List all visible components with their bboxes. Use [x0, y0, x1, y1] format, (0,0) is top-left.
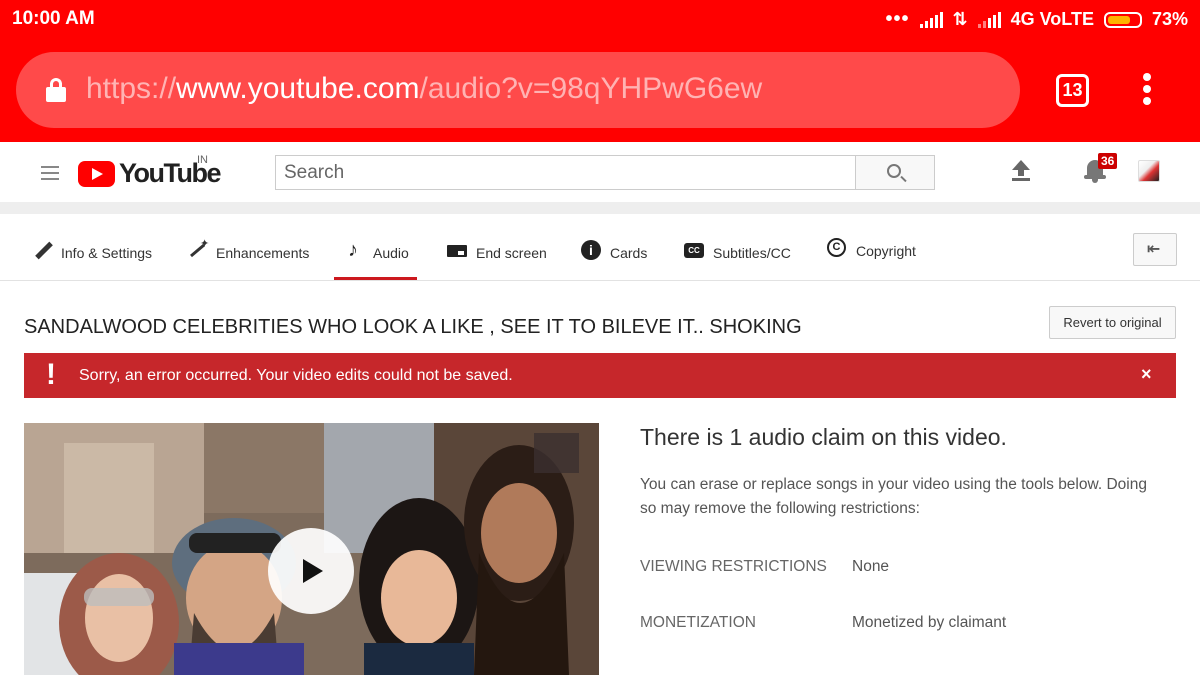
lock-icon[interactable]	[46, 78, 66, 102]
youtube-header: YouTube IN 36	[0, 142, 1200, 202]
search-input[interactable]	[276, 156, 855, 189]
overflow-menu-icon[interactable]	[1141, 73, 1153, 109]
tab-subtitles-cc[interactable]: CC Subtitles/CC	[684, 240, 791, 280]
status-indicators: ••• ⇅ 4G VoLTE 73%	[886, 8, 1188, 31]
tab-label: Cards	[610, 245, 648, 261]
tab-info-settings[interactable]: Info & Settings	[32, 240, 152, 280]
tab-label: Copyright	[856, 243, 916, 259]
video-player[interactable]	[24, 423, 599, 675]
search-box[interactable]	[275, 155, 856, 190]
data-transfer-icon: ⇅	[952, 9, 968, 29]
url-path: /audio?v=98qYHPwG6ew	[419, 72, 763, 105]
region-code: IN	[197, 154, 208, 166]
url-host: www.youtube.com	[176, 72, 420, 105]
status-bar: 10:00 AM ••• ⇅ 4G VoLTE 73%	[0, 0, 1200, 40]
tab-label: End screen	[476, 245, 547, 261]
search-button[interactable]	[855, 155, 935, 190]
network-type: 4G VoLTE	[1010, 9, 1094, 29]
video-title: SANDALWOOD CELEBRITIES WHO LOOK A LIKE ,…	[24, 316, 802, 338]
youtube-play-logo-icon	[78, 160, 115, 187]
music-note-icon: ♪	[348, 239, 358, 261]
tab-audio[interactable]: ♪ Audio	[334, 240, 417, 280]
monetization-value: Monetized by claimant	[852, 614, 1007, 631]
magic-wand-icon: ✦	[187, 238, 209, 260]
url-text[interactable]: https://www.youtube.com/audio?v=98qYHPwG…	[86, 72, 762, 106]
battery-icon	[1103, 11, 1142, 28]
address-bar[interactable]: https://www.youtube.com/audio?v=98qYHPwG…	[16, 52, 1020, 128]
url-scheme: https://	[86, 72, 177, 105]
error-message: Sorry, an error occurred. Your video edi…	[79, 367, 513, 384]
monetization-label: MONETIZATION	[640, 614, 756, 631]
info-icon: i	[581, 240, 601, 260]
battery-percent: 73%	[1151, 9, 1188, 29]
audio-claim-description: You can erase or replace songs in your v…	[640, 476, 1147, 517]
tab-switcher-icon[interactable]: 13	[1056, 74, 1089, 107]
tab-cards[interactable]: i Cards	[581, 240, 647, 280]
tab-enhancements[interactable]: ✦ Enhancements	[187, 238, 310, 280]
upload-icon[interactable]	[1012, 160, 1030, 182]
editor-tabs: Info & Settings ✦ Enhancements ♪ Audio E…	[0, 214, 1200, 281]
viewing-restrictions-label: VIEWING RESTRICTIONS	[640, 558, 827, 575]
tab-copyright[interactable]: C Copyright	[827, 238, 916, 278]
cc-icon: CC	[684, 240, 704, 260]
notification-count-badge: 36	[1098, 153, 1118, 169]
close-icon[interactable]: ×	[1141, 365, 1152, 383]
back-arrow-icon: ⇤	[1147, 241, 1161, 258]
tab-label: Info & Settings	[61, 245, 153, 261]
tab-end-screen[interactable]: End screen	[447, 240, 547, 280]
alert-icon: !	[46, 358, 56, 391]
viewing-restrictions-value: None	[852, 558, 890, 575]
status-time: 10:00 AM	[12, 8, 95, 29]
back-button[interactable]: ⇤	[1133, 233, 1177, 266]
play-button[interactable]	[268, 528, 354, 614]
signal-icon	[919, 11, 943, 28]
audio-claim-heading: There is 1 audio claim on this video.	[640, 424, 1007, 450]
more-notifications-icon: •••	[885, 8, 910, 30]
signal-icon-2	[977, 11, 1001, 28]
tab-label: Subtitles/CC	[713, 245, 791, 261]
avatar[interactable]	[1138, 160, 1160, 182]
browser-toolbar: https://www.youtube.com/audio?v=98qYHPwG…	[0, 40, 1200, 142]
menu-icon[interactable]	[41, 166, 59, 184]
revert-to-original-button[interactable]: Revert to original	[1049, 306, 1176, 339]
tab-label: Enhancements	[216, 245, 310, 261]
pencil-icon	[32, 240, 53, 260]
error-banner: ! Sorry, an error occurred. Your video e…	[24, 353, 1176, 398]
header-divider	[0, 202, 1200, 214]
copyright-icon: C	[827, 238, 847, 258]
youtube-logo[interactable]: YouTube IN	[78, 154, 221, 189]
search-icon	[887, 164, 901, 178]
end-screen-icon	[447, 240, 467, 260]
tab-label: Audio	[373, 245, 409, 261]
